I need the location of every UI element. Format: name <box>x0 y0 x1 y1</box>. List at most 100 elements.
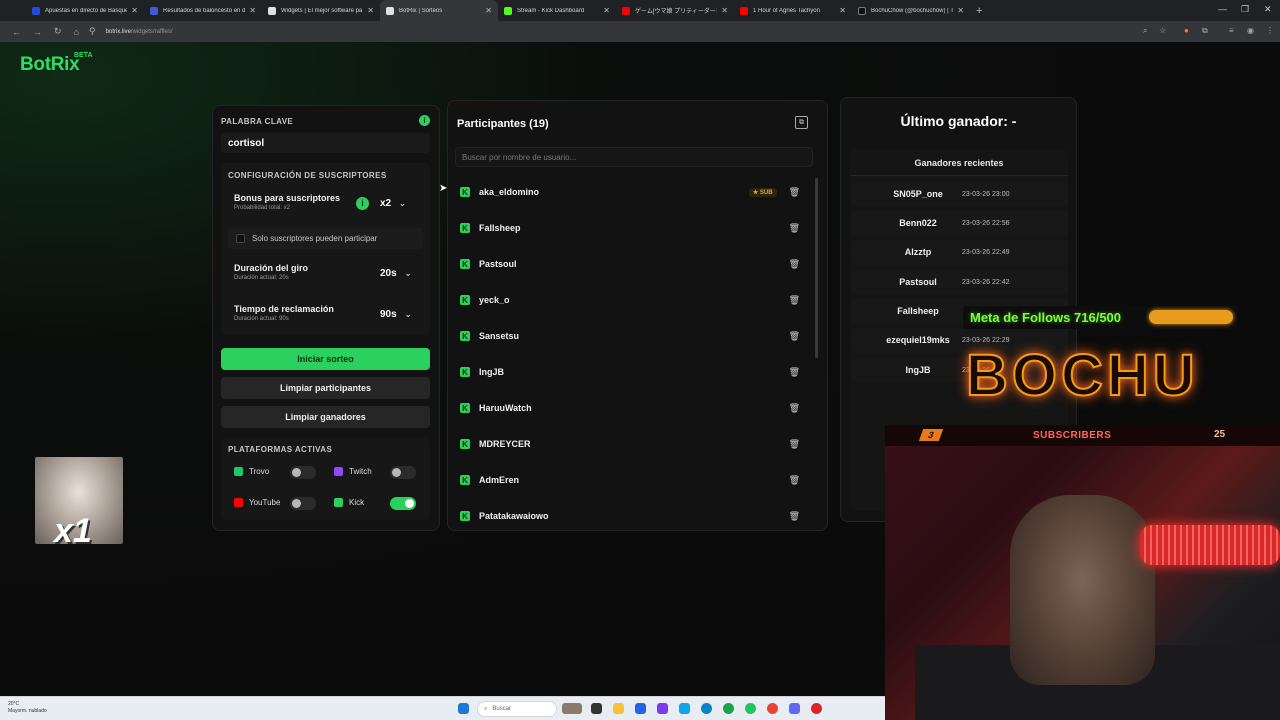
browser-tab[interactable]: Apuestas en directo de Basque ✕ <box>26 0 144 21</box>
profile-avatar-icon[interactable]: ◉ <box>1247 26 1254 35</box>
extensions-puzzle-icon[interactable]: ⧉ <box>1202 26 1208 36</box>
delete-icon[interactable]: 🗑 <box>789 511 800 522</box>
claim-time-dropdown[interactable]: 90s ⌄ <box>380 309 411 320</box>
keyword-input[interactable]: cortisol <box>221 133 430 153</box>
participant-name: HaruuWatch <box>479 403 532 413</box>
participant-row[interactable]: K Pastsoul 🗑 <box>456 249 812 279</box>
participant-row[interactable]: Kyeck_o 🗑 <box>456 285 812 315</box>
delete-icon[interactable]: 🗑 <box>789 259 800 270</box>
bonus-value: x2 <box>380 198 392 209</box>
close-tab-icon[interactable]: ✕ <box>249 6 256 15</box>
mail-icon[interactable] <box>679 703 690 714</box>
delete-icon[interactable]: 🗑 <box>789 295 800 306</box>
browser-tab[interactable]: Widgets | El mejor software pa ✕ <box>262 0 380 21</box>
participant-row[interactable]: K AdmEren 🗑 <box>456 465 812 495</box>
winner-row: Benn022 23-03-26 22:56 <box>852 211 1068 235</box>
browser-tab-active[interactable]: BotRix | Sorteos ✕ <box>380 0 498 21</box>
clear-participants-button[interactable]: Limpiar participantes <box>221 377 430 399</box>
participant-row[interactable]: K IngJB 🗑 <box>456 357 812 387</box>
delete-icon[interactable]: 🗑 <box>789 403 800 414</box>
store-icon[interactable] <box>635 703 646 714</box>
delete-icon[interactable]: 🗑 <box>789 187 800 198</box>
kick-icon: K <box>460 259 470 269</box>
spin-title: Duración del giro <box>234 263 309 273</box>
back-icon[interactable]: ← <box>12 27 21 37</box>
media-control-icon[interactable]: ≡ <box>1229 26 1234 35</box>
claim-value: 90s <box>380 309 397 320</box>
weather-widget[interactable]: 20°C Mayorm. nublado <box>8 701 47 715</box>
bonus-info-icon[interactable]: i <box>356 197 369 210</box>
copy-icon[interactable]: ⧉ <box>795 116 808 129</box>
kick-toggle[interactable] <box>390 497 416 510</box>
browser-tab[interactable]: 1 Hour of Agnes Tachyon ✕ <box>734 0 852 21</box>
new-tab-icon[interactable]: + <box>976 5 982 17</box>
only-subs-checkbox[interactable] <box>236 234 245 243</box>
start-icon[interactable] <box>458 703 469 714</box>
participant-row[interactable]: Kaka_eldomino ★ SUB 🗑 <box>456 177 812 207</box>
close-window-icon[interactable]: ✕ <box>1264 4 1272 15</box>
delete-icon[interactable]: 🗑 <box>789 475 800 486</box>
participant-row[interactable]: K MDREYCER 🗑 <box>456 429 812 459</box>
browser-tab[interactable]: Resultados de baloncesto en di ✕ <box>144 0 262 21</box>
delete-icon[interactable]: 🗑 <box>789 439 800 450</box>
participants-scrollbar[interactable] <box>815 178 818 358</box>
url-field[interactable]: botrix.live/widgets/raffles/ <box>106 29 173 35</box>
forward-icon[interactable]: → <box>33 27 42 37</box>
discord-icon[interactable] <box>789 703 800 714</box>
browser-menu-icon[interactable]: ⋮ <box>1266 26 1274 35</box>
clear-winners-button[interactable]: Limpiar ganadores <box>221 406 430 428</box>
bookmark-star-icon[interactable]: ☆ <box>1159 26 1166 35</box>
start-raffle-button[interactable]: Iniciar sorteo <box>221 348 430 370</box>
taskbar-search[interactable]: ⌕ Buscar <box>477 701 557 717</box>
chrome-active-icon[interactable] <box>767 703 778 714</box>
maximize-icon[interactable]: ❐ <box>1241 4 1249 15</box>
minimize-icon[interactable]: — <box>1218 4 1227 14</box>
taskbar-widget-icon[interactable] <box>562 703 582 714</box>
bochu-brand-logo: BOCHU <box>965 340 1228 410</box>
sub-badge-label: SUB <box>759 189 773 196</box>
close-tab-icon[interactable]: ✕ <box>839 6 846 15</box>
participant-name: Patatakawaiowo <box>479 511 549 521</box>
spin-duration-dropdown[interactable]: 20s ⌄ <box>380 268 411 279</box>
trovo-toggle[interactable] <box>290 466 316 479</box>
home-icon[interactable]: ⌂ <box>74 27 79 37</box>
edge-icon[interactable] <box>701 703 712 714</box>
chrome-icon[interactable] <box>723 703 734 714</box>
delete-icon[interactable]: 🗑 <box>789 331 800 342</box>
participant-search-input[interactable]: Buscar por nombre de usuario... <box>455 147 813 167</box>
chrome-profile-icon[interactable] <box>745 703 756 714</box>
close-tab-icon[interactable]: ✕ <box>721 6 728 15</box>
delete-icon[interactable]: 🗑 <box>789 367 800 378</box>
youtube-toggle[interactable] <box>290 497 316 510</box>
winner-row: SN05P_one 23-03-26 23:00 <box>852 182 1068 206</box>
browser-tab[interactable]: ゲーム[ウマ娘 プリティーダービー]ライ ✕ <box>616 0 734 21</box>
browser-tab[interactable]: Stream - Kick Dashboard ✕ <box>498 0 616 21</box>
twitch-toggle[interactable] <box>390 466 416 479</box>
file-explorer-icon[interactable] <box>613 703 624 714</box>
participant-row[interactable]: K Fallsheep 🗑 <box>456 213 812 243</box>
site-info-icon[interactable]: ⚲ <box>89 26 96 37</box>
extension-icon[interactable]: ● <box>1184 26 1189 35</box>
browser-tab[interactable]: BochuChow (@bochuchow) | Ti ✕ <box>852 0 970 21</box>
close-tab-icon[interactable]: ✕ <box>367 6 374 15</box>
info-icon[interactable]: i <box>419 115 430 126</box>
divider <box>850 175 1068 176</box>
reload-icon[interactable]: ↻ <box>54 26 62 37</box>
close-tab-icon[interactable]: ✕ <box>603 6 610 15</box>
botrix-logo[interactable]: BotRix <box>20 54 80 76</box>
task-view-icon[interactable] <box>591 703 602 714</box>
follows-goal-text: Meta de Follows 716/500 <box>970 310 1122 325</box>
obs-icon[interactable] <box>811 703 822 714</box>
participant-row[interactable]: K Patatakawaiowo 🗑 <box>456 501 812 531</box>
bonus-dropdown[interactable]: x2 ⌄ <box>380 198 406 209</box>
kick-icon: K <box>460 475 470 485</box>
participant-row[interactable]: K HaruuWatch 🗑 <box>456 393 812 423</box>
delete-icon[interactable]: 🗑 <box>789 223 800 234</box>
close-tab-icon[interactable]: ✕ <box>957 6 964 15</box>
platform-name: Trovo <box>249 467 270 476</box>
close-tab-icon[interactable]: ✕ <box>485 6 492 15</box>
zoom-icon[interactable]: ⌕ <box>1143 26 1147 36</box>
participant-row[interactable]: K Sansetsu 🗑 <box>456 321 812 351</box>
close-tab-icon[interactable]: ✕ <box>131 6 138 15</box>
app-icon[interactable] <box>657 703 668 714</box>
